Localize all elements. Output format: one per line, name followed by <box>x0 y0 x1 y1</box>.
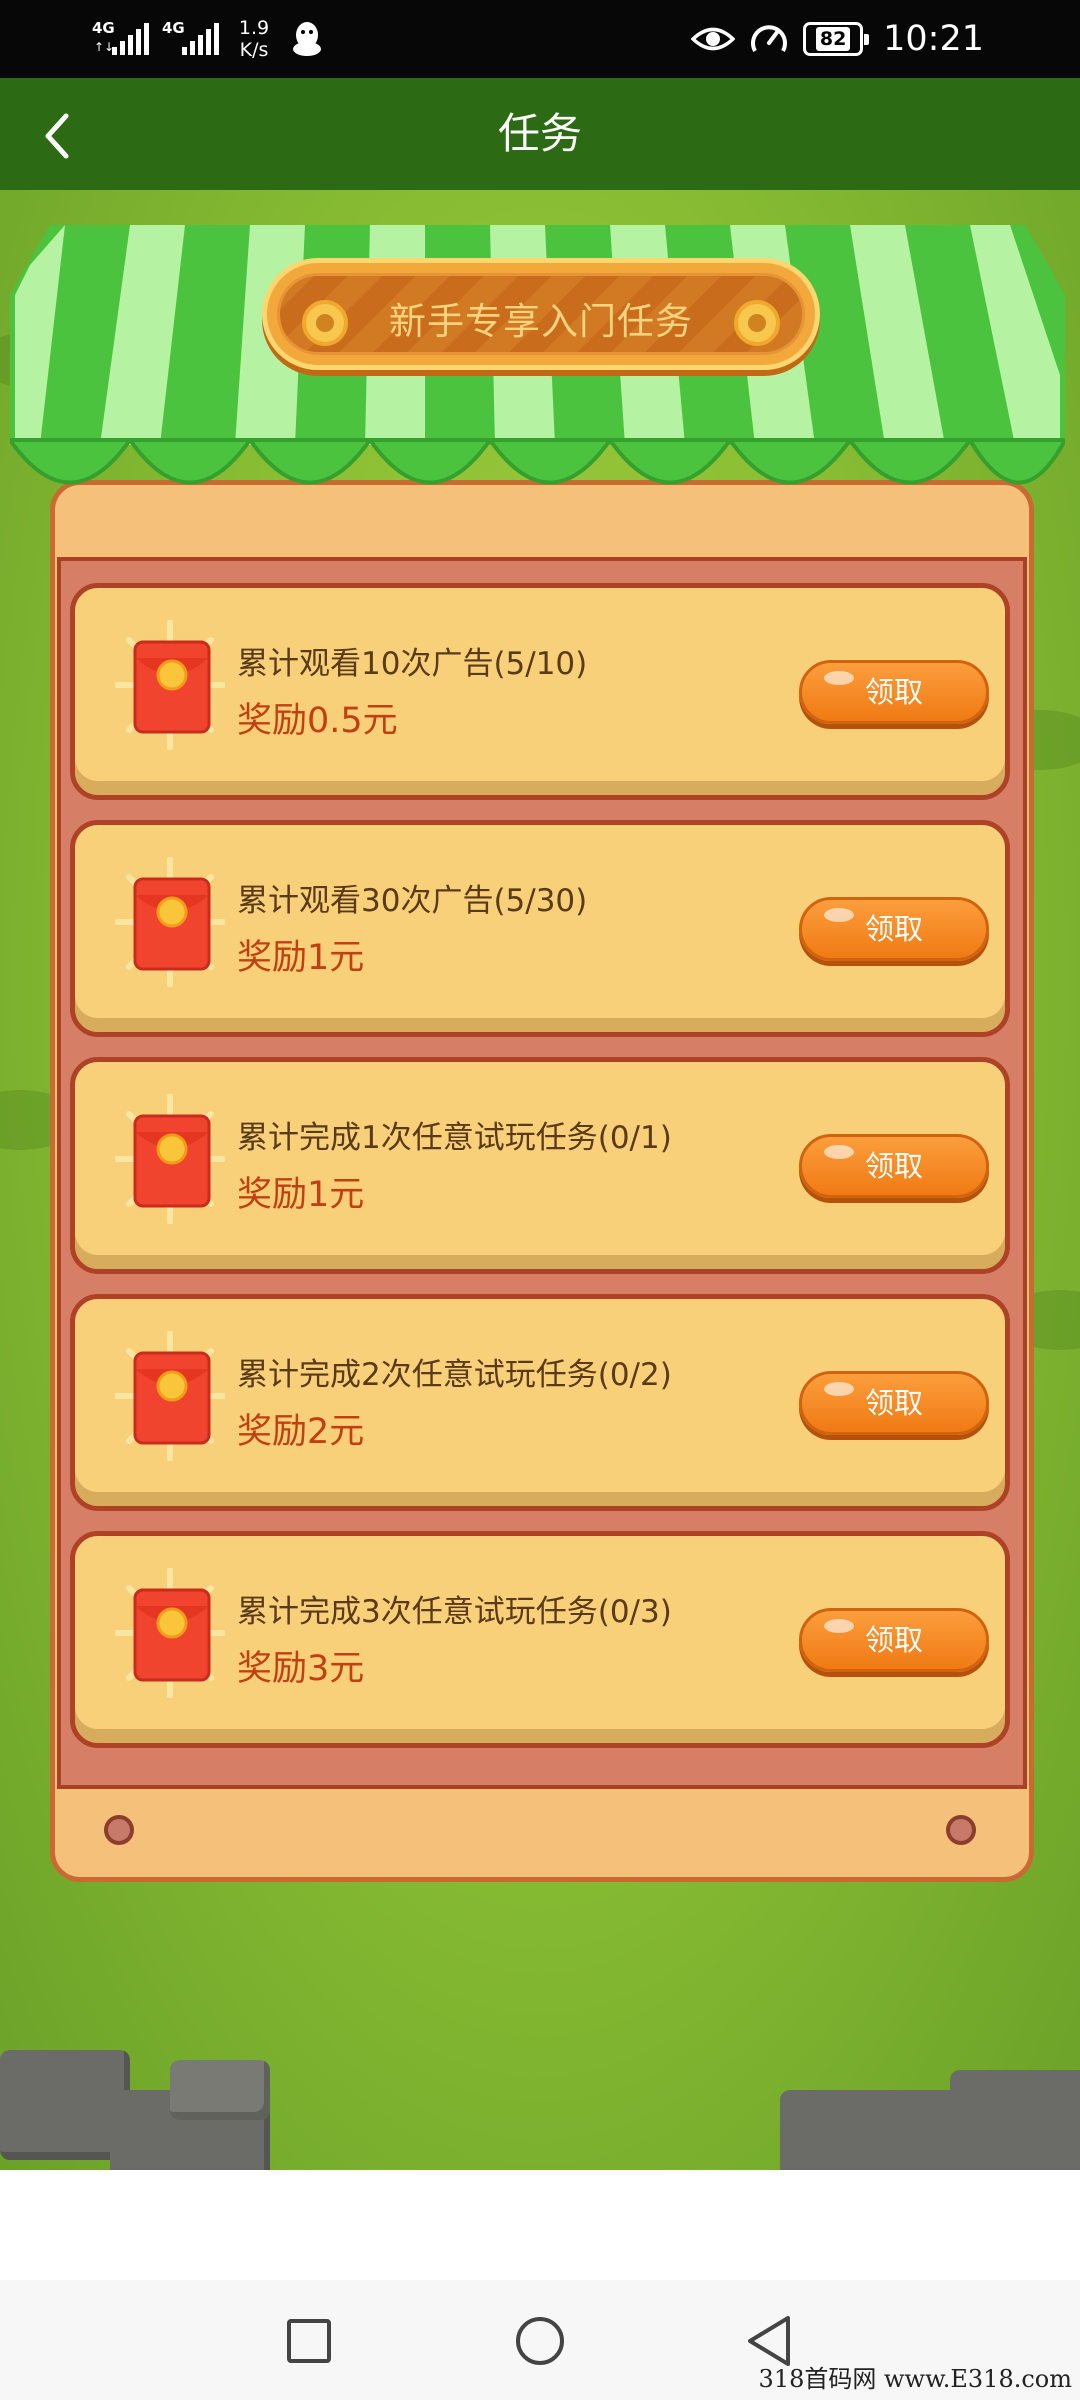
claim-button[interactable]: 领取 <box>799 660 989 724</box>
network-speed: 1.9 K/s <box>232 17 276 61</box>
red-envelope-icon <box>115 1568 225 1698</box>
battery-level: 82 <box>815 27 851 51</box>
task-card: 累计完成1次任意试玩任务(0/1) 奖励1元 领取 <box>70 1057 1010 1274</box>
task-reward: 奖励1元 <box>237 938 365 978</box>
navigation-bar: 318首码网 www.E318.com <box>0 2280 1080 2400</box>
network-speed-value: 1.9 <box>238 17 270 39</box>
status-left: 4G ↑↓ 4G 1.9 K/s <box>92 14 324 64</box>
task-reward: 奖励3元 <box>237 1649 365 1689</box>
red-envelope-icon <box>115 1331 225 1461</box>
status-right: 82 10:21 <box>691 14 984 64</box>
title-bar: 任务 <box>0 78 1080 190</box>
task-title: 累计观看10次广告(5/10) <box>237 646 588 682</box>
clock: 10:21 <box>883 19 984 59</box>
banner-plate: 新手专享入门任务 <box>262 258 820 370</box>
banner-title: 新手专享入门任务 <box>389 300 693 343</box>
eye-icon <box>691 27 736 51</box>
task-title: 累计观看30次广告(5/30) <box>237 883 588 919</box>
task-card: 累计完成2次任意试玩任务(0/2) 奖励2元 领取 <box>70 1294 1010 1511</box>
task-title: 累计完成3次任意试玩任务(0/3) <box>237 1594 672 1630</box>
page-title: 任务 <box>497 109 582 158</box>
claim-button[interactable]: 领取 <box>799 1134 989 1198</box>
task-reward: 奖励0.5元 <box>237 701 398 741</box>
signal-icon: 4G <box>162 19 219 59</box>
status-bar: 4G ↑↓ 4G 1.9 K/s 82 10:21 <box>0 0 1080 78</box>
battery-icon: 82 <box>803 22 870 56</box>
task-card: 累计观看10次广告(5/10) 奖励0.5元 领取 <box>70 583 1010 800</box>
circle-home-icon[interactable] <box>511 2312 569 2370</box>
claim-button[interactable]: 领取 <box>799 1371 989 1435</box>
qq-icon <box>293 22 321 56</box>
task-title: 累计完成1次任意试玩任务(0/1) <box>237 1120 672 1156</box>
rock-decoration <box>170 2060 270 2120</box>
claim-button[interactable]: 领取 <box>799 897 989 961</box>
rock-decoration <box>950 2070 1080 2170</box>
speedometer-icon <box>751 25 788 52</box>
red-envelope-icon <box>115 1094 225 1224</box>
screw-decoration <box>946 1815 976 1845</box>
red-envelope-icon <box>115 857 225 987</box>
task-title: 累计完成2次任意试玩任务(0/2) <box>237 1357 672 1393</box>
task-card: 累计完成3次任意试玩任务(0/3) 奖励3元 领取 <box>70 1531 1010 1748</box>
watermark-text: 318首码网 www.E318.com <box>758 2365 1072 2393</box>
claim-button[interactable]: 领取 <box>799 1608 989 1672</box>
screw-decoration <box>104 1815 134 1845</box>
task-card: 累计观看30次广告(5/30) 奖励1元 领取 <box>70 820 1010 1037</box>
red-envelope-icon <box>115 620 225 750</box>
task-reward: 奖励1元 <box>237 1175 365 1215</box>
square-recents-icon[interactable] <box>280 2312 338 2370</box>
task-reward: 奖励2元 <box>237 1412 365 1452</box>
coin-icon <box>734 300 780 346</box>
signal-icon: 4G ↑↓ <box>92 19 149 59</box>
network-speed-unit: K/s <box>239 39 269 61</box>
